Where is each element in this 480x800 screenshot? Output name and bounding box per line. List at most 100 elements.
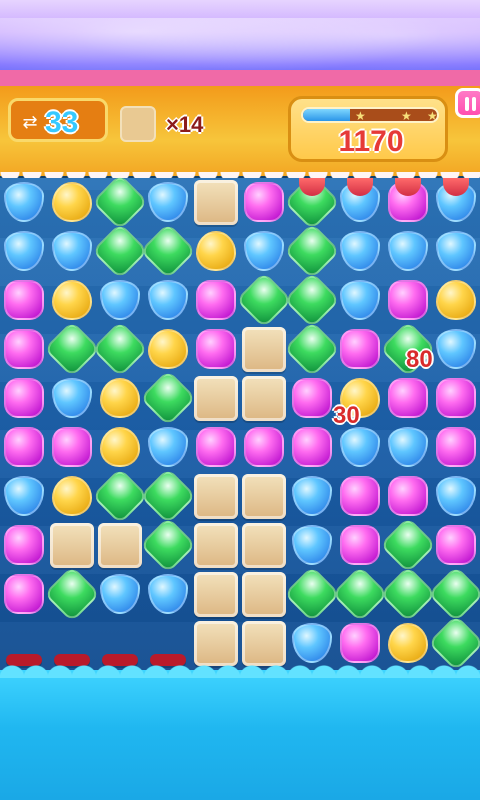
board-cell[interactable] [48, 374, 96, 423]
board-cell[interactable] [432, 227, 480, 276]
board-cell[interactable] [240, 227, 288, 276]
board-cell[interactable] [240, 325, 288, 374]
board-cell[interactable] [0, 423, 48, 472]
game-board[interactable] [0, 173, 480, 672]
board-cell[interactable] [48, 178, 96, 227]
board-cell[interactable] [283, 222, 341, 280]
board-cell[interactable] [0, 521, 48, 570]
board-cell[interactable] [432, 423, 480, 472]
board-cell[interactable] [144, 276, 192, 325]
board-cell[interactable] [288, 374, 336, 423]
board-cell[interactable] [139, 222, 197, 280]
board-cell[interactable] [144, 178, 192, 227]
board-cell[interactable] [384, 423, 432, 472]
board-cell[interactable] [192, 423, 240, 472]
board-cell[interactable] [432, 472, 480, 521]
bottom-water [0, 660, 480, 800]
board-cell[interactable] [192, 374, 240, 423]
board-cell[interactable] [144, 325, 192, 374]
board-cell[interactable] [0, 178, 48, 227]
board-cell[interactable] [384, 374, 432, 423]
board-cell[interactable] [336, 325, 384, 374]
board-cell[interactable] [96, 521, 144, 570]
board-cell[interactable] [91, 320, 149, 378]
board-cell[interactable] [43, 320, 101, 378]
purple-gem-icon [4, 280, 44, 320]
board-cell[interactable] [336, 227, 384, 276]
board-cell[interactable] [96, 570, 144, 619]
board-cell[interactable] [139, 516, 197, 574]
board-cell[interactable] [192, 325, 240, 374]
purple-gem-icon [436, 378, 476, 418]
board-cell[interactable] [240, 472, 288, 521]
board-cell[interactable] [240, 178, 288, 227]
board-cell[interactable] [139, 369, 197, 427]
board-cell[interactable] [0, 570, 48, 619]
board-cell[interactable] [336, 423, 384, 472]
board-cell[interactable] [144, 570, 192, 619]
board-cell[interactable] [91, 173, 149, 231]
board-cell[interactable] [336, 472, 384, 521]
board-cell[interactable] [427, 565, 480, 623]
board-cell[interactable] [240, 374, 288, 423]
blue-gem-icon [388, 231, 428, 271]
board-cell[interactable] [384, 227, 432, 276]
board-cell[interactable] [283, 320, 341, 378]
pause-button[interactable] [455, 88, 480, 118]
board-cell[interactable] [192, 521, 240, 570]
board-cell[interactable] [240, 570, 288, 619]
green-gem-icon [379, 516, 437, 574]
board-cell[interactable] [0, 325, 48, 374]
board-cell[interactable] [0, 472, 48, 521]
block-tile [242, 523, 286, 568]
board-cell[interactable] [0, 374, 48, 423]
board-cell[interactable] [336, 276, 384, 325]
board-cell[interactable] [336, 521, 384, 570]
board-cell[interactable] [192, 276, 240, 325]
board-cell[interactable] [384, 472, 432, 521]
board-cell[interactable] [48, 472, 96, 521]
board-cell[interactable] [240, 423, 288, 472]
board-cell[interactable] [283, 565, 341, 623]
board-cell[interactable] [48, 423, 96, 472]
board-cell[interactable] [192, 227, 240, 276]
board-cell[interactable] [96, 276, 144, 325]
board-cell[interactable] [139, 467, 197, 525]
board-cell[interactable] [43, 565, 101, 623]
board-cell[interactable] [432, 521, 480, 570]
board-cell[interactable] [144, 423, 192, 472]
board-cell[interactable] [192, 178, 240, 227]
board-cell[interactable] [91, 467, 149, 525]
board-cell[interactable] [235, 271, 293, 329]
board-cell[interactable] [288, 472, 336, 521]
blue-gem-icon [148, 427, 188, 467]
yellow-gem-icon [52, 182, 92, 222]
board-cell[interactable] [0, 227, 48, 276]
board-cell[interactable] [240, 521, 288, 570]
board-cell[interactable] [192, 472, 240, 521]
board-cell[interactable] [48, 276, 96, 325]
board-cell[interactable] [91, 222, 149, 280]
board-cell[interactable] [0, 276, 48, 325]
board-cell[interactable] [379, 516, 437, 574]
board-cell[interactable] [288, 521, 336, 570]
green-gem-icon [91, 222, 149, 280]
board-cell[interactable] [96, 423, 144, 472]
board-cell[interactable] [283, 271, 341, 329]
board-cell[interactable] [48, 227, 96, 276]
goal-indicator: ×14 [118, 106, 250, 146]
green-gem-icon [283, 565, 341, 623]
board-cell[interactable] [432, 325, 480, 374]
board-cell[interactable] [96, 374, 144, 423]
blue-gem-icon [100, 280, 140, 320]
board-cell[interactable] [432, 374, 480, 423]
board-cell[interactable] [331, 565, 389, 623]
star-marker-2-icon: ★ [401, 109, 412, 123]
board-cell[interactable] [432, 276, 480, 325]
board-cell[interactable] [288, 423, 336, 472]
board-cell[interactable] [192, 570, 240, 619]
board-cell[interactable] [48, 521, 96, 570]
board-cell[interactable] [379, 565, 437, 623]
board-cell[interactable] [384, 276, 432, 325]
star-marker-3-icon: ★ [427, 109, 438, 123]
